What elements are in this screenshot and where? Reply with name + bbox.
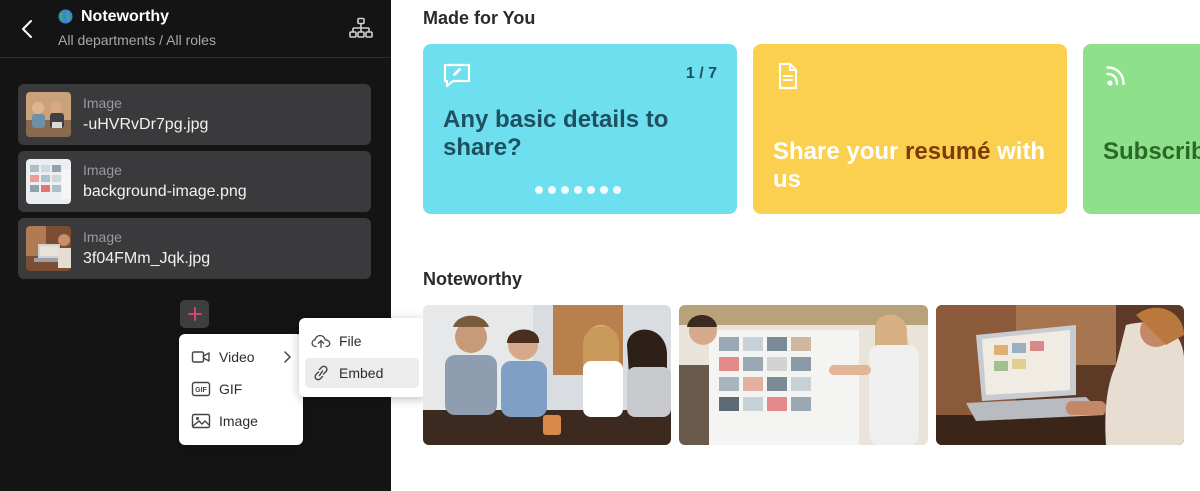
panel-header: Noteworthy All departments / All roles (0, 0, 391, 58)
chevron-right-icon (284, 351, 291, 363)
image-thumbnail (26, 226, 71, 271)
sitemap-icon (349, 17, 373, 38)
gif-icon: GIF (191, 379, 211, 399)
menu-item-label: File (339, 333, 362, 349)
file-type-label: Image (83, 162, 122, 178)
menu-item-image[interactable]: Image (185, 406, 297, 436)
noteworthy-photo[interactable] (679, 305, 928, 445)
menu-item-label: Video (219, 349, 255, 365)
carousel-dot[interactable] (535, 186, 543, 194)
video-submenu: File Embed (299, 318, 427, 397)
link-icon (311, 363, 331, 383)
carousel-dot[interactable] (600, 186, 608, 194)
noteworthy-photo[interactable] (936, 305, 1184, 445)
image-icon (191, 411, 211, 431)
plus-icon (187, 307, 202, 321)
globe-icon (58, 9, 73, 24)
file-type-label: Image (83, 229, 122, 245)
prompt-card-basic-details[interactable]: 1 / 7 Any basic details to share? (423, 44, 737, 214)
file-item[interactable]: Image -uHVRvDr7pg.jpg (18, 84, 371, 145)
carousel-dots[interactable] (535, 186, 621, 194)
rss-icon (1106, 66, 1125, 86)
hierarchy-button[interactable] (348, 17, 374, 41)
add-button[interactable] (180, 300, 209, 328)
add-media-menu: Video GIF GIF Image (179, 334, 303, 445)
menu-item-file[interactable]: File (305, 326, 417, 356)
card-text-highlight: resumé (905, 138, 991, 165)
back-button[interactable] (14, 16, 40, 42)
section-title-noteworthy: Noteworthy (423, 269, 522, 289)
prompt-card-resume[interactable]: Share your resumé with us (753, 44, 1067, 214)
card-counter: 1 / 7 (685, 65, 717, 82)
menu-item-label: GIF (219, 381, 243, 397)
file-type-label: Image (83, 95, 122, 111)
noteworthy-photo[interactable] (423, 305, 671, 445)
menu-item-video[interactable]: Video (185, 342, 297, 372)
video-icon (191, 347, 211, 367)
carousel-dot[interactable] (561, 186, 569, 194)
menu-item-label: Image (219, 413, 258, 429)
photo-image (679, 305, 928, 445)
chevron-left-icon (22, 20, 32, 38)
svg-text:GIF: GIF (195, 387, 207, 394)
menu-item-gif[interactable]: GIF GIF (185, 374, 297, 404)
document-icon (778, 62, 798, 90)
menu-item-embed[interactable]: Embed (305, 358, 419, 388)
carousel-dot[interactable] (587, 186, 595, 194)
cloud-upload-icon (311, 331, 331, 351)
card-prompt-text: Subscribe to updates (1103, 138, 1200, 165)
edit-chat-icon (443, 63, 471, 88)
file-name: background-image.png (83, 183, 247, 200)
menu-item-label: Embed (339, 365, 384, 381)
file-item[interactable]: Image background-image.png (18, 151, 371, 212)
card-text-part: Share your (773, 138, 906, 165)
image-thumbnail (26, 159, 71, 204)
prompt-card-subscribe[interactable]: Subscribe to updates (1083, 44, 1200, 214)
page-title: Noteworthy (81, 8, 169, 25)
carousel-dot[interactable] (613, 186, 621, 194)
card-prompt-text: Any basic details to share? (443, 106, 669, 161)
file-item[interactable]: Image 3f04FMm_Jqk.jpg (18, 218, 371, 279)
file-name: -uHVRvDr7pg.jpg (83, 116, 209, 133)
image-thumbnail (26, 92, 71, 137)
carousel-dot[interactable] (548, 186, 556, 194)
file-name: 3f04FMm_Jqk.jpg (83, 250, 211, 267)
photo-image (423, 305, 671, 445)
section-title-made-for-you: Made for You (423, 8, 536, 28)
photo-image (936, 305, 1184, 445)
carousel-dot[interactable] (574, 186, 582, 194)
breadcrumb: All departments / All roles (58, 32, 216, 48)
card-prompt-text: Share your resumé with us (773, 138, 1063, 194)
